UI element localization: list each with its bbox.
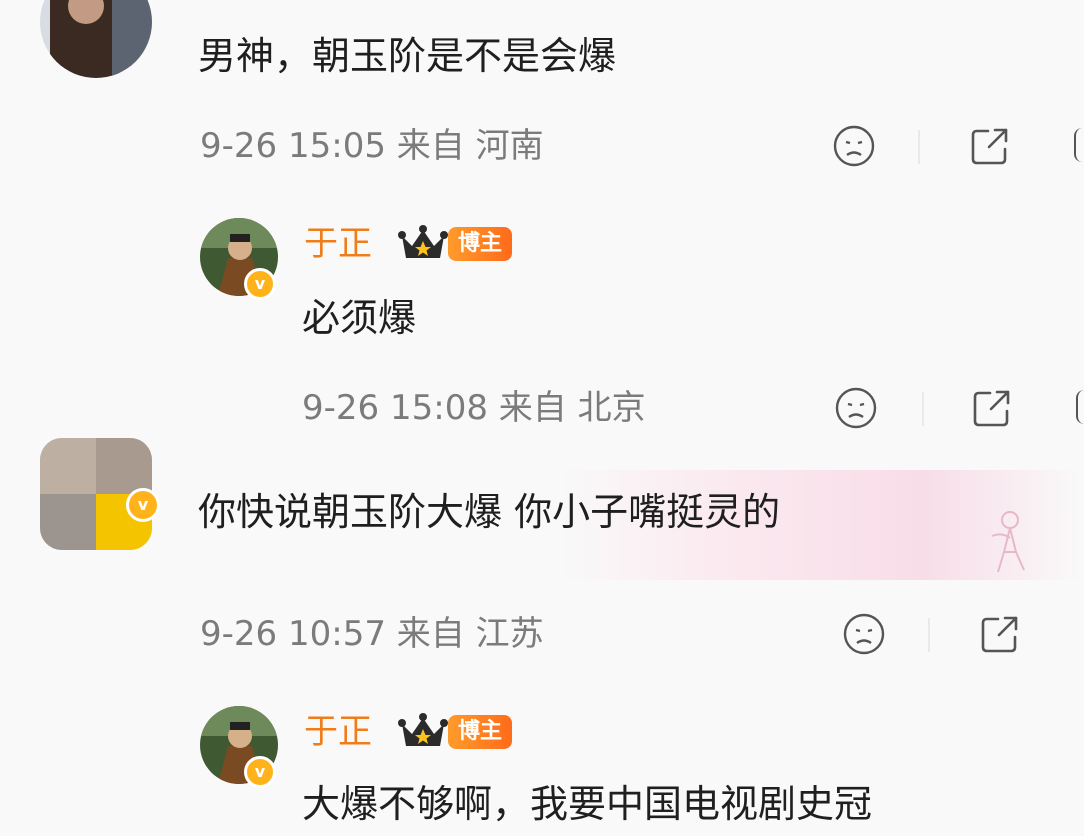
- share-icon[interactable]: [966, 122, 1014, 170]
- crown-icon: [398, 224, 448, 268]
- blogger-badge: 博主: [448, 715, 513, 749]
- reply-meta: 9-26 15:08 来自 北京: [302, 388, 646, 428]
- more-icon-partial[interactable]: [1074, 128, 1084, 162]
- action-divider: [928, 618, 930, 652]
- sad-face-icon[interactable]: [840, 610, 888, 658]
- crown-icon: [398, 712, 448, 756]
- sad-face-icon[interactable]: [830, 122, 878, 170]
- comment-meta: 9-26 10:57 来自 江苏: [200, 614, 544, 654]
- more-icon-partial[interactable]: [1076, 390, 1084, 424]
- decorative-figure: [980, 506, 1040, 580]
- comment-text: 你快说朝玉阶大爆 你小子嘴挺灵的: [198, 490, 781, 534]
- verified-badge-icon: v: [126, 488, 160, 522]
- sad-face-icon[interactable]: [832, 384, 880, 432]
- reply-text: 大爆不够啊，我要中国电视剧史冠: [302, 782, 873, 826]
- action-divider: [918, 130, 920, 164]
- share-icon[interactable]: [976, 610, 1024, 658]
- verified-badge-icon: v: [244, 268, 276, 300]
- comment-meta: 9-26 15:05 来自 河南: [200, 126, 544, 166]
- author-name[interactable]: 于正: [304, 224, 372, 264]
- author-name[interactable]: 于正: [304, 712, 372, 752]
- verified-badge-icon: v: [244, 756, 276, 788]
- action-divider: [922, 392, 924, 426]
- reply-text: 必须爆: [302, 296, 417, 340]
- commenter-avatar[interactable]: [40, 0, 152, 78]
- blogger-badge: 博主: [448, 227, 513, 261]
- share-icon[interactable]: [968, 384, 1016, 432]
- comment-text: 男神，朝玉阶是不是会爆: [198, 34, 617, 78]
